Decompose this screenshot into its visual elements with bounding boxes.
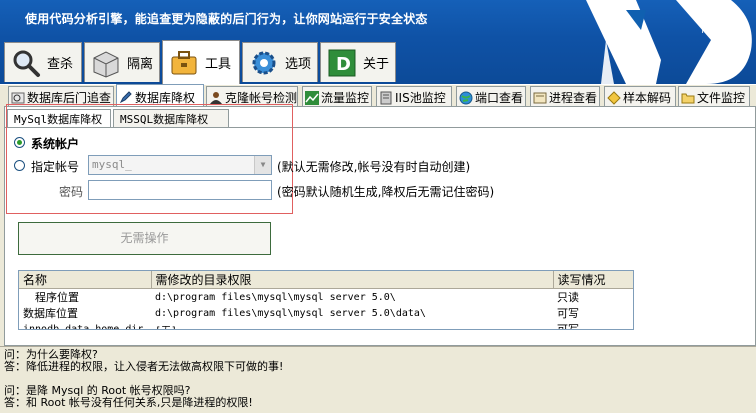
tab-scan-label: 查杀	[47, 57, 74, 72]
subtab-clone-account[interactable]: 克隆帐号检测	[206, 86, 298, 106]
account-select[interactable]: mysql_ ▼	[88, 155, 272, 175]
pen-icon	[119, 91, 132, 104]
db-search-icon	[11, 92, 25, 103]
brand-logo-icon	[586, 0, 752, 84]
subtab-db-backdoor[interactable]: 数据库后门追查	[8, 86, 114, 106]
column-header-path[interactable]: 需修改的目录权限	[151, 271, 554, 289]
logo-url-text: i.com	[701, 26, 726, 36]
globe-icon	[459, 91, 473, 104]
specify-account-radio[interactable]	[14, 160, 25, 171]
password-hint: (密码默认随机生成,降权后无需记住密码)	[277, 185, 495, 199]
subtab-file-monitor[interactable]: 文件监控	[678, 86, 750, 106]
row-access: 只读	[557, 291, 579, 304]
tool-tab-bar: 数据库后门追查 数据库降权 克隆帐号检测 流量监控 IIS池监控 端口查看 进程…	[0, 84, 756, 107]
column-header-access[interactable]: 读写情况	[553, 271, 633, 289]
account-hint: (默认无需修改,帐号没有时自动创建)	[277, 160, 471, 174]
folder-icon	[681, 93, 695, 103]
process-icon	[533, 92, 547, 103]
toolbox-icon	[171, 50, 197, 74]
row-path: d:\program files\mysql\mysql server 5.0\	[155, 291, 396, 303]
chevron-down-icon[interactable]: ▼	[254, 156, 271, 174]
tab-tools[interactable]: 工具	[162, 40, 240, 84]
tab-quarantine-label: 隔离	[126, 57, 153, 72]
subtab-db-privilege-label: 数据库降权	[135, 90, 196, 105]
subtab-traffic[interactable]: 流量监控	[302, 86, 372, 106]
innertab-mssql[interactable]: MSSQL数据库降权	[113, 109, 229, 127]
tab-scan[interactable]: 查杀	[4, 42, 82, 82]
svg-text:D: D	[336, 53, 351, 74]
subtab-db-backdoor-label: 数据库后门追查	[27, 91, 112, 105]
banner-slogan: 使用代码分析引擎，能追查更为隐蔽的后门行为，让你网站运行于安全状态	[25, 12, 428, 26]
subtab-traffic-label: 流量监控	[321, 91, 370, 105]
subtab-process-label: 进程查看	[549, 91, 598, 105]
magnifier-icon	[13, 50, 40, 77]
subtab-iis-pool-label: IIS池监控	[395, 91, 446, 105]
subtab-decode-label: 样本解码	[623, 91, 672, 105]
row-name: 数据库位置	[23, 307, 78, 320]
tab-quarantine[interactable]: 隔离	[84, 42, 160, 82]
row-name: 程序位置	[35, 291, 79, 304]
subtab-ports[interactable]: 端口查看	[456, 86, 526, 106]
gear-icon	[252, 51, 276, 74]
permission-table: 名称 需修改的目录权限 读写情况 程序位置 d:\program files\m…	[18, 270, 634, 330]
tab-options-label: 选项	[284, 57, 311, 72]
table-row[interactable]: 数据库位置 d:\program files\mysql\mysql serve…	[19, 305, 633, 321]
subtab-file-monitor-label: 文件监控	[697, 91, 746, 105]
row-access: 可写	[557, 323, 579, 330]
chart-icon	[305, 90, 319, 105]
account-select-value: mysql_	[92, 158, 132, 171]
no-action-button[interactable]: 无需操作	[18, 222, 271, 255]
column-header-name[interactable]: 名称	[19, 271, 152, 289]
table-header-row: 名称 需修改的目录权限 读写情况	[19, 271, 633, 289]
box-icon	[93, 50, 119, 78]
faq-answer: 答：和 Root 帐号没有任何关系,只是降进程的权限!	[4, 396, 253, 409]
key-icon	[607, 90, 621, 105]
faq-text-area: 问：为什么要降权? 答：降低进程的权限，让入侵者无法做高权限下可做的事! 问：是…	[0, 346, 756, 413]
tab-about-label: 关于	[362, 57, 389, 72]
specify-account-label: 指定帐号	[31, 160, 80, 174]
faq-answer: 答：降低进程的权限，让入侵者无法做高权限下可做的事!	[4, 360, 284, 373]
subtab-iis-pool[interactable]: IIS池监控	[376, 86, 452, 106]
system-account-label: 系统帐户	[31, 137, 80, 151]
user-icon	[210, 91, 222, 104]
system-account-radio[interactable]	[14, 137, 25, 148]
password-label: 密码	[59, 185, 84, 199]
innertab-mysql[interactable]: MySql数据库降权	[7, 109, 111, 128]
table-row[interactable]: innodb_data_home_dir [无] 可写	[19, 321, 633, 330]
row-access: 可写	[557, 307, 579, 320]
tab-about[interactable]: D 关于	[320, 42, 396, 82]
tab-tools-label: 工具	[205, 57, 232, 72]
row-path: [无]	[151, 321, 553, 330]
subtab-clone-account-label: 克隆帐号检测	[225, 91, 298, 105]
banner: 使用代码分析引擎，能追查更为隐蔽的后门行为，让你网站运行于安全状态 i.com …	[0, 0, 756, 84]
password-field[interactable]	[88, 180, 272, 200]
subtab-db-privilege[interactable]: 数据库降权	[116, 84, 204, 107]
d-logo-icon: D	[328, 49, 356, 76]
subtab-process[interactable]: 进程查看	[530, 86, 600, 106]
server-icon	[380, 91, 392, 104]
subtab-ports-label: 端口查看	[475, 91, 524, 105]
row-name: innodb_data_home_dir	[23, 323, 144, 330]
tab-options[interactable]: 选项	[242, 42, 318, 82]
inner-tab-divider	[5, 127, 755, 128]
table-row[interactable]: 程序位置 d:\program files\mysql\mysql server…	[19, 289, 633, 306]
row-path: d:\program files\mysql\mysql server 5.0\…	[155, 307, 426, 319]
subtab-decode[interactable]: 样本解码	[604, 86, 676, 106]
